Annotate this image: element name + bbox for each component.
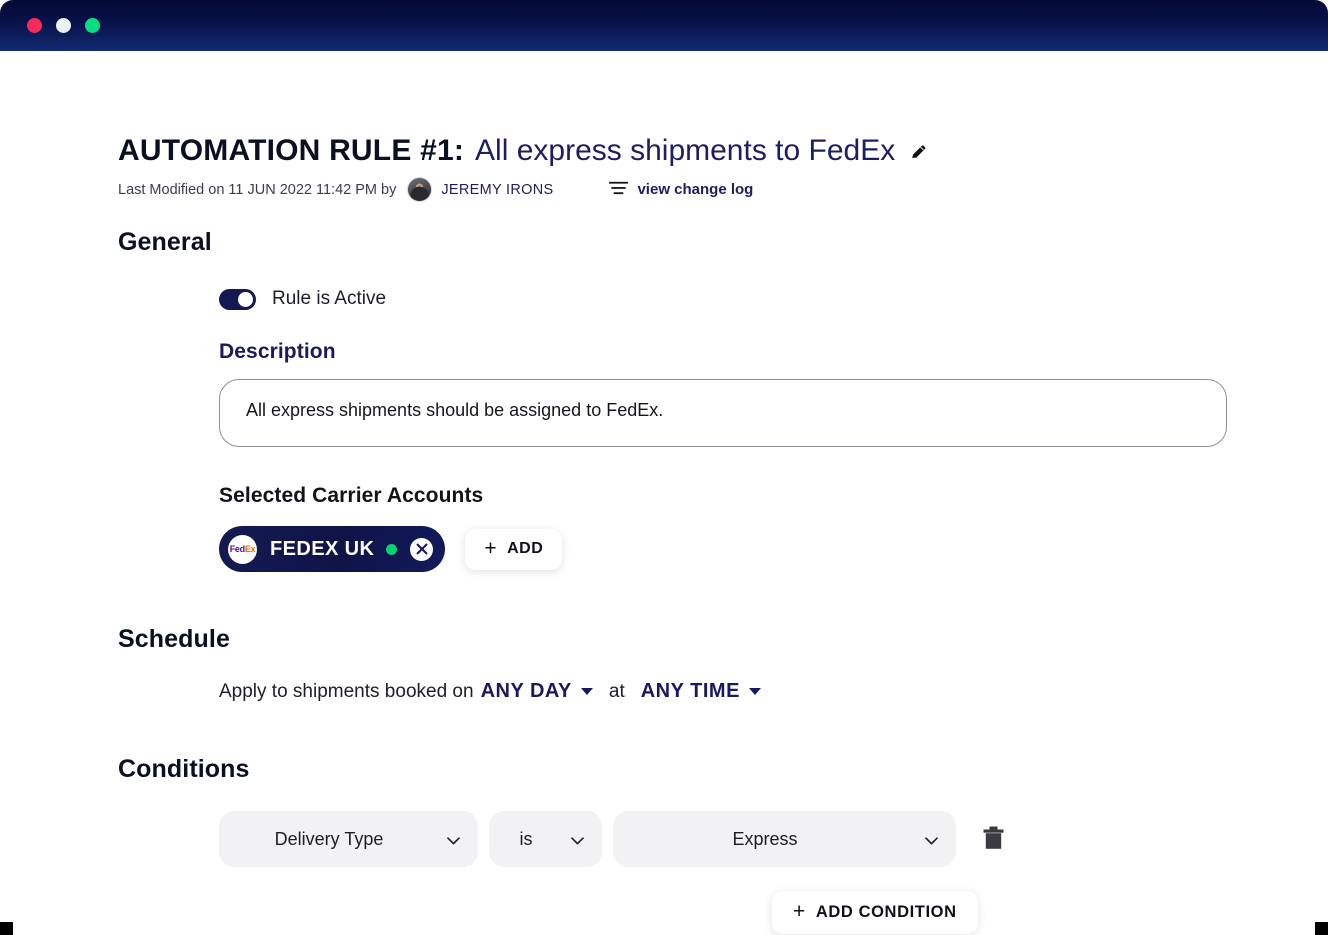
last-modified-meta: Last Modified on 11 JUN 2022 11:42 PM by… <box>118 177 1328 202</box>
chevron-down-icon <box>925 829 938 850</box>
page-title-prefix: AUTOMATION RULE #1: <box>118 134 464 168</box>
chevron-down-icon <box>749 688 761 695</box>
page-title-name: All express shipments to FedEx <box>475 134 895 168</box>
chevron-down-icon <box>447 829 460 850</box>
schedule-between-text: at <box>609 681 625 703</box>
carrier-chip-label: FEDEX UK <box>270 538 374 561</box>
add-condition-button[interactable]: + ADD CONDITION <box>772 891 978 934</box>
section-heading-general: General <box>118 228 1328 257</box>
carrier-accounts-heading: Selected Carrier Accounts <box>219 484 1328 508</box>
page-header: AUTOMATION RULE #1: All express shipment… <box>118 51 1328 202</box>
minimize-window-button[interactable] <box>56 18 71 33</box>
schedule-day-dropdown[interactable]: ANY DAY <box>481 680 593 703</box>
section-heading-conditions: Conditions <box>118 755 1328 784</box>
main-content: AUTOMATION RULE #1: All express shipment… <box>0 51 1328 934</box>
traffic-light-controls <box>27 18 100 33</box>
conditions-section-body: Delivery Type is <box>118 811 1328 934</box>
window-titlebar <box>0 0 1328 51</box>
last-modified-text: Last Modified on 11 JUN 2022 11:42 PM by <box>118 182 396 198</box>
rule-active-label: Rule is Active <box>272 288 386 310</box>
fedex-logo-fed: Fed <box>230 544 245 554</box>
carrier-status-dot-icon <box>386 544 397 555</box>
schedule-time-dropdown[interactable]: ANY TIME <box>641 680 761 703</box>
rule-active-row: Rule is Active <box>219 288 1328 310</box>
plus-icon: + <box>793 901 806 922</box>
carrier-accounts-row: FedEx FEDEX UK + ADD <box>219 526 1328 572</box>
condition-operator-value: is <box>507 829 545 850</box>
section-heading-schedule: Schedule <box>118 625 1328 654</box>
condition-value-select[interactable]: Express <box>613 811 956 867</box>
general-section-body: Rule is Active Description Selected Carr… <box>118 288 1328 572</box>
add-carrier-button[interactable]: + ADD <box>465 529 562 570</box>
description-heading: Description <box>219 340 1328 364</box>
add-condition-row: + ADD CONDITION <box>219 891 1328 934</box>
add-condition-label: ADD CONDITION <box>816 903 957 922</box>
window-corner-bottom-left <box>0 922 13 935</box>
trash-icon <box>983 826 1004 853</box>
pencil-icon[interactable] <box>909 142 928 161</box>
maximize-window-button[interactable] <box>85 18 100 33</box>
view-change-log-button[interactable]: view change log <box>609 181 753 199</box>
chevron-down-icon <box>571 829 584 850</box>
condition-operator-select[interactable]: is <box>489 811 602 867</box>
description-input[interactable] <box>219 379 1227 447</box>
window-corner-bottom-right <box>1315 922 1328 935</box>
add-carrier-label: ADD <box>507 540 543 558</box>
carrier-chip-fedex-uk[interactable]: FedEx FEDEX UK <box>219 526 445 572</box>
fedex-logo-icon: FedEx <box>228 535 257 564</box>
toggle-knob <box>238 292 253 307</box>
close-window-button[interactable] <box>27 18 42 33</box>
condition-field-select[interactable]: Delivery Type <box>219 811 478 867</box>
list-lines-icon <box>609 181 628 199</box>
condition-value-value: Express <box>631 829 899 850</box>
avatar <box>407 177 432 202</box>
app-window: AUTOMATION RULE #1: All express shipment… <box>0 0 1328 935</box>
view-change-log-label: view change log <box>637 181 753 198</box>
condition-field-value: Delivery Type <box>237 829 421 850</box>
schedule-prefix-text: Apply to shipments booked on <box>219 681 474 703</box>
fedex-logo-ex: Ex <box>245 544 255 554</box>
schedule-row: Apply to shipments booked on ANY DAY at … <box>219 680 1328 703</box>
chevron-down-icon <box>581 688 593 695</box>
condition-row: Delivery Type is <box>219 811 1328 867</box>
schedule-day-value: ANY DAY <box>481 680 572 703</box>
plus-icon: + <box>484 538 497 559</box>
close-icon[interactable] <box>410 538 433 561</box>
modified-by-user: JEREMY IRONS <box>441 182 553 198</box>
page-title: AUTOMATION RULE #1: All express shipment… <box>118 134 1328 168</box>
rule-active-toggle[interactable] <box>219 289 256 310</box>
schedule-section-body: Apply to shipments booked on ANY DAY at … <box>118 680 1328 703</box>
delete-condition-button[interactable] <box>983 826 1004 853</box>
schedule-time-value: ANY TIME <box>641 680 740 703</box>
